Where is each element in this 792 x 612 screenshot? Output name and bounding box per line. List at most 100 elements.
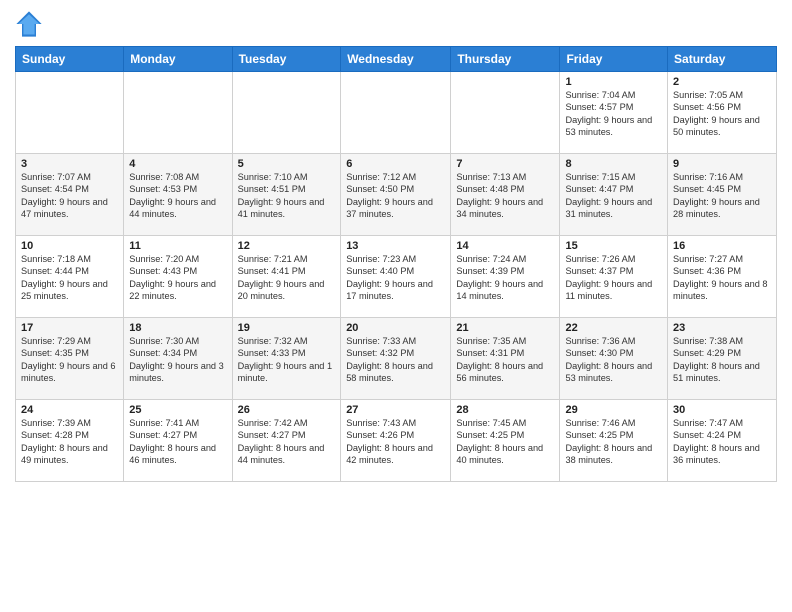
day-number: 17 [21, 322, 118, 334]
calendar-cell: 8Sunrise: 7:15 AM Sunset: 4:47 PM Daylig… [560, 154, 668, 236]
calendar-cell: 11Sunrise: 7:20 AM Sunset: 4:43 PM Dayli… [124, 236, 232, 318]
calendar-cell: 13Sunrise: 7:23 AM Sunset: 4:40 PM Dayli… [341, 236, 451, 318]
calendar-week-row: 1Sunrise: 7:04 AM Sunset: 4:57 PM Daylig… [16, 72, 777, 154]
calendar-cell: 23Sunrise: 7:38 AM Sunset: 4:29 PM Dayli… [668, 318, 777, 400]
day-info: Sunrise: 7:10 AM Sunset: 4:51 PM Dayligh… [238, 171, 336, 221]
calendar-table: SundayMondayTuesdayWednesdayThursdayFrid… [15, 46, 777, 482]
calendar-week-row: 10Sunrise: 7:18 AM Sunset: 4:44 PM Dayli… [16, 236, 777, 318]
day-number: 22 [565, 322, 662, 334]
weekday-header: Saturday [668, 47, 777, 72]
day-info: Sunrise: 7:05 AM Sunset: 4:56 PM Dayligh… [673, 89, 771, 139]
day-number: 7 [456, 158, 554, 170]
day-info: Sunrise: 7:27 AM Sunset: 4:36 PM Dayligh… [673, 253, 771, 303]
weekday-header: Monday [124, 47, 232, 72]
day-info: Sunrise: 7:30 AM Sunset: 4:34 PM Dayligh… [129, 335, 226, 385]
calendar-cell: 19Sunrise: 7:32 AM Sunset: 4:33 PM Dayli… [232, 318, 341, 400]
calendar-cell: 29Sunrise: 7:46 AM Sunset: 4:25 PM Dayli… [560, 400, 668, 482]
calendar-cell: 14Sunrise: 7:24 AM Sunset: 4:39 PM Dayli… [451, 236, 560, 318]
day-info: Sunrise: 7:07 AM Sunset: 4:54 PM Dayligh… [21, 171, 118, 221]
day-info: Sunrise: 7:08 AM Sunset: 4:53 PM Dayligh… [129, 171, 226, 221]
calendar-cell: 1Sunrise: 7:04 AM Sunset: 4:57 PM Daylig… [560, 72, 668, 154]
day-number: 30 [673, 404, 771, 416]
calendar-cell: 6Sunrise: 7:12 AM Sunset: 4:50 PM Daylig… [341, 154, 451, 236]
calendar-cell [341, 72, 451, 154]
day-info: Sunrise: 7:04 AM Sunset: 4:57 PM Dayligh… [565, 89, 662, 139]
day-number: 14 [456, 240, 554, 252]
calendar-cell: 15Sunrise: 7:26 AM Sunset: 4:37 PM Dayli… [560, 236, 668, 318]
day-info: Sunrise: 7:21 AM Sunset: 4:41 PM Dayligh… [238, 253, 336, 303]
day-number: 29 [565, 404, 662, 416]
day-number: 26 [238, 404, 336, 416]
day-info: Sunrise: 7:32 AM Sunset: 4:33 PM Dayligh… [238, 335, 336, 385]
weekday-header: Wednesday [341, 47, 451, 72]
day-number: 2 [673, 76, 771, 88]
day-info: Sunrise: 7:18 AM Sunset: 4:44 PM Dayligh… [21, 253, 118, 303]
day-info: Sunrise: 7:13 AM Sunset: 4:48 PM Dayligh… [456, 171, 554, 221]
calendar-cell: 20Sunrise: 7:33 AM Sunset: 4:32 PM Dayli… [341, 318, 451, 400]
day-info: Sunrise: 7:33 AM Sunset: 4:32 PM Dayligh… [346, 335, 445, 385]
day-info: Sunrise: 7:41 AM Sunset: 4:27 PM Dayligh… [129, 417, 226, 467]
calendar-cell: 17Sunrise: 7:29 AM Sunset: 4:35 PM Dayli… [16, 318, 124, 400]
day-number: 10 [21, 240, 118, 252]
day-number: 16 [673, 240, 771, 252]
weekday-header: Sunday [16, 47, 124, 72]
day-info: Sunrise: 7:20 AM Sunset: 4:43 PM Dayligh… [129, 253, 226, 303]
calendar-cell: 22Sunrise: 7:36 AM Sunset: 4:30 PM Dayli… [560, 318, 668, 400]
day-info: Sunrise: 7:45 AM Sunset: 4:25 PM Dayligh… [456, 417, 554, 467]
day-number: 13 [346, 240, 445, 252]
day-info: Sunrise: 7:43 AM Sunset: 4:26 PM Dayligh… [346, 417, 445, 467]
day-info: Sunrise: 7:26 AM Sunset: 4:37 PM Dayligh… [565, 253, 662, 303]
day-number: 1 [565, 76, 662, 88]
header [15, 10, 777, 38]
calendar-header-row: SundayMondayTuesdayWednesdayThursdayFrid… [16, 47, 777, 72]
day-info: Sunrise: 7:38 AM Sunset: 4:29 PM Dayligh… [673, 335, 771, 385]
day-info: Sunrise: 7:47 AM Sunset: 4:24 PM Dayligh… [673, 417, 771, 467]
calendar-cell [16, 72, 124, 154]
day-info: Sunrise: 7:15 AM Sunset: 4:47 PM Dayligh… [565, 171, 662, 221]
day-number: 20 [346, 322, 445, 334]
day-info: Sunrise: 7:39 AM Sunset: 4:28 PM Dayligh… [21, 417, 118, 467]
logo-icon [15, 10, 43, 38]
calendar-cell: 9Sunrise: 7:16 AM Sunset: 4:45 PM Daylig… [668, 154, 777, 236]
day-info: Sunrise: 7:36 AM Sunset: 4:30 PM Dayligh… [565, 335, 662, 385]
weekday-header: Friday [560, 47, 668, 72]
day-number: 23 [673, 322, 771, 334]
calendar-cell: 16Sunrise: 7:27 AM Sunset: 4:36 PM Dayli… [668, 236, 777, 318]
calendar-cell: 28Sunrise: 7:45 AM Sunset: 4:25 PM Dayli… [451, 400, 560, 482]
day-info: Sunrise: 7:23 AM Sunset: 4:40 PM Dayligh… [346, 253, 445, 303]
day-info: Sunrise: 7:16 AM Sunset: 4:45 PM Dayligh… [673, 171, 771, 221]
day-info: Sunrise: 7:24 AM Sunset: 4:39 PM Dayligh… [456, 253, 554, 303]
calendar-cell: 7Sunrise: 7:13 AM Sunset: 4:48 PM Daylig… [451, 154, 560, 236]
day-number: 27 [346, 404, 445, 416]
day-number: 12 [238, 240, 336, 252]
day-number: 8 [565, 158, 662, 170]
weekday-header: Thursday [451, 47, 560, 72]
day-number: 21 [456, 322, 554, 334]
day-info: Sunrise: 7:12 AM Sunset: 4:50 PM Dayligh… [346, 171, 445, 221]
page: SundayMondayTuesdayWednesdayThursdayFrid… [0, 0, 792, 612]
day-number: 9 [673, 158, 771, 170]
day-number: 24 [21, 404, 118, 416]
day-info: Sunrise: 7:29 AM Sunset: 4:35 PM Dayligh… [21, 335, 118, 385]
day-number: 28 [456, 404, 554, 416]
day-number: 15 [565, 240, 662, 252]
calendar-cell: 2Sunrise: 7:05 AM Sunset: 4:56 PM Daylig… [668, 72, 777, 154]
calendar-cell [451, 72, 560, 154]
day-number: 3 [21, 158, 118, 170]
day-info: Sunrise: 7:46 AM Sunset: 4:25 PM Dayligh… [565, 417, 662, 467]
logo [15, 10, 47, 38]
weekday-header: Tuesday [232, 47, 341, 72]
calendar-cell: 26Sunrise: 7:42 AM Sunset: 4:27 PM Dayli… [232, 400, 341, 482]
day-number: 4 [129, 158, 226, 170]
calendar-cell [124, 72, 232, 154]
calendar-cell: 21Sunrise: 7:35 AM Sunset: 4:31 PM Dayli… [451, 318, 560, 400]
calendar-week-row: 24Sunrise: 7:39 AM Sunset: 4:28 PM Dayli… [16, 400, 777, 482]
calendar-cell: 10Sunrise: 7:18 AM Sunset: 4:44 PM Dayli… [16, 236, 124, 318]
calendar-week-row: 17Sunrise: 7:29 AM Sunset: 4:35 PM Dayli… [16, 318, 777, 400]
calendar-cell: 25Sunrise: 7:41 AM Sunset: 4:27 PM Dayli… [124, 400, 232, 482]
day-number: 18 [129, 322, 226, 334]
calendar-cell: 5Sunrise: 7:10 AM Sunset: 4:51 PM Daylig… [232, 154, 341, 236]
day-number: 25 [129, 404, 226, 416]
calendar-cell: 18Sunrise: 7:30 AM Sunset: 4:34 PM Dayli… [124, 318, 232, 400]
day-number: 19 [238, 322, 336, 334]
